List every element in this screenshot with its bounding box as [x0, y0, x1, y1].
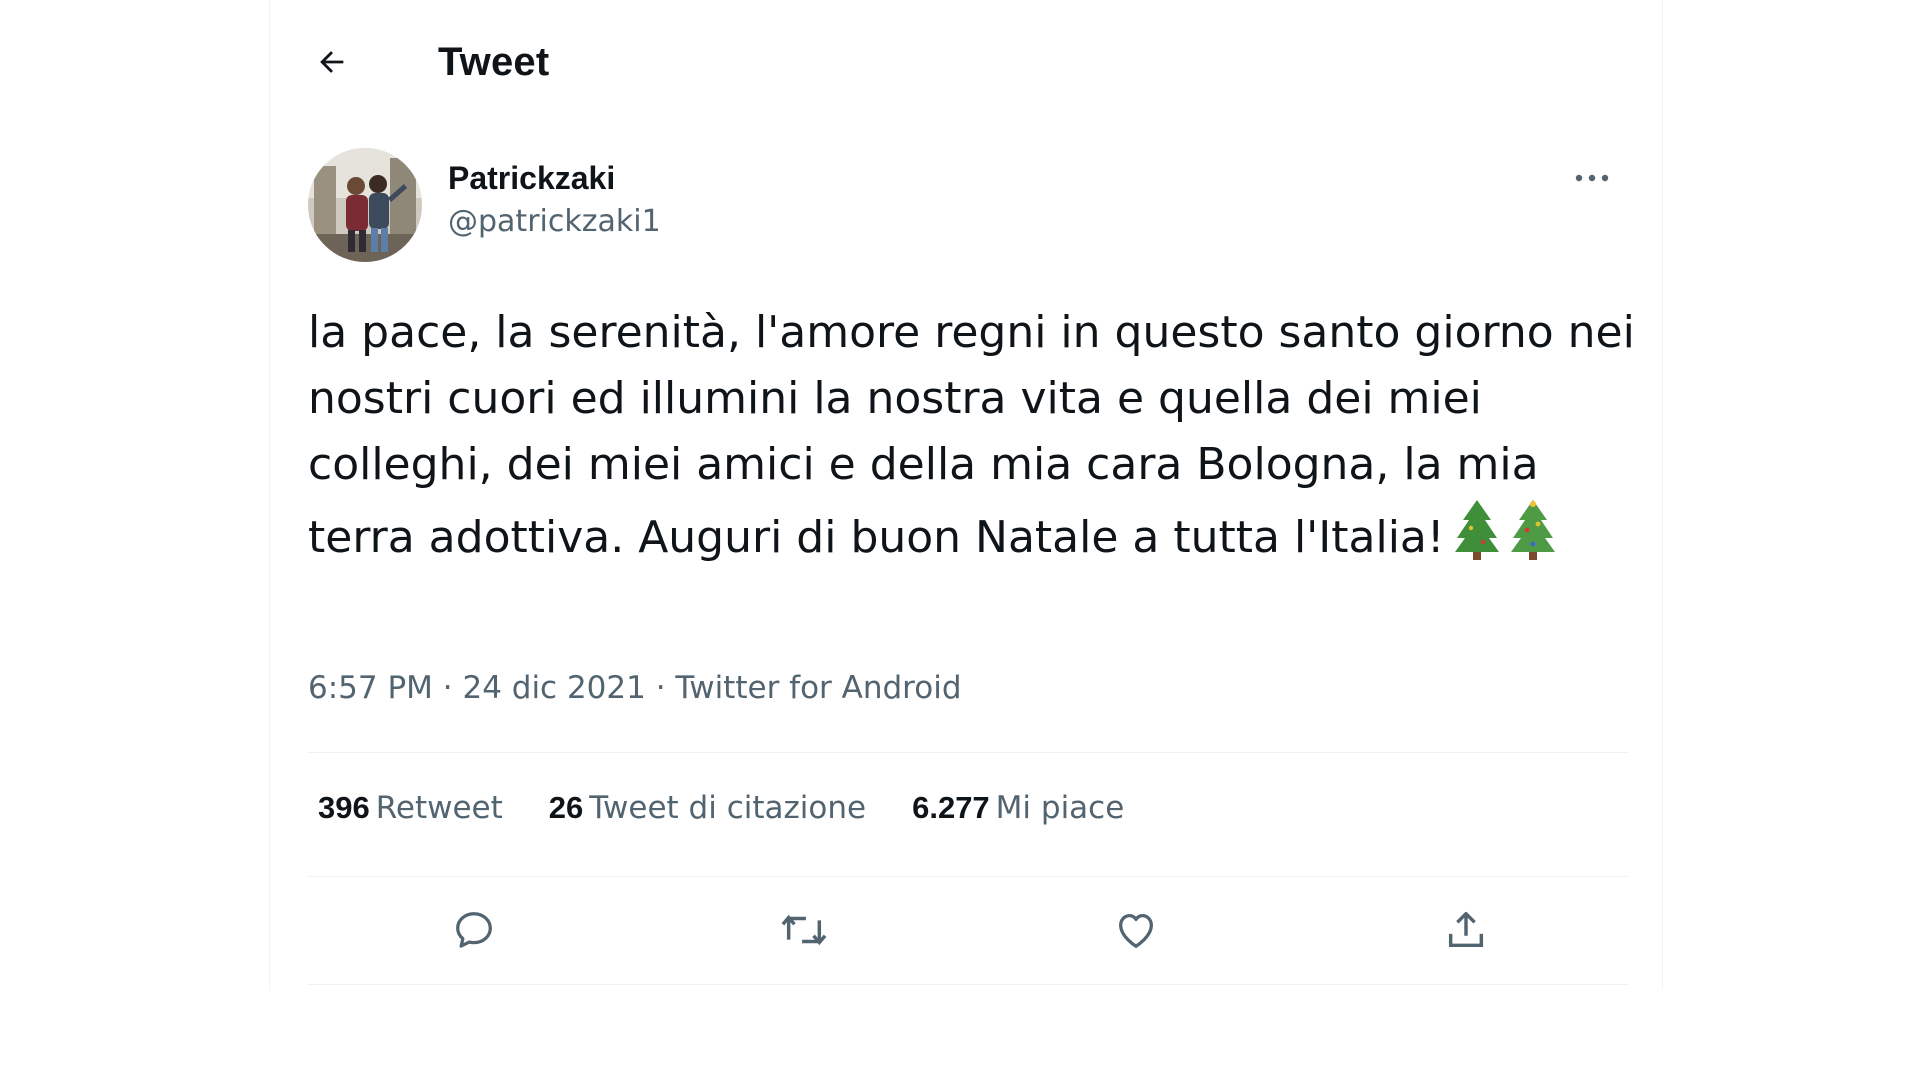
tweet-author: Patrickzaki @patrickzaki1 — [308, 148, 1628, 264]
divider — [308, 876, 1628, 877]
tweet-text: la pace, la serenità, l'amore regni in q… — [308, 307, 1635, 563]
divider — [308, 984, 1628, 985]
heart-icon — [1119, 913, 1153, 948]
retweets-label: Retweet — [375, 790, 503, 826]
likes-count: 6.277 — [912, 790, 990, 825]
tweet-detail-column: Tweet Patrickzaki @patrickzaki1 la pace,… — [269, 0, 1663, 990]
retweets-count: 396 — [318, 790, 370, 825]
retweet-button[interactable] — [772, 898, 836, 962]
likes-stat[interactable]: 6.277 Mi piace — [912, 790, 1124, 840]
more-options-button[interactable] — [1566, 160, 1618, 196]
retweet-icon — [781, 914, 827, 946]
author-display-name[interactable]: Patrickzaki — [448, 160, 615, 197]
share-button[interactable] — [1434, 898, 1498, 962]
author-handle[interactable]: @patrickzaki1 — [448, 204, 661, 239]
tweet-timestamp[interactable]: 6:57 PM · 24 dic 2021 · Twitter for Andr… — [308, 670, 962, 706]
quotes-stat[interactable]: 26 Tweet di citazione — [549, 790, 866, 840]
quotes-count: 26 — [548, 790, 584, 825]
likes-label: Mi piace — [995, 790, 1125, 826]
christmas-tree-icon — [1509, 498, 1557, 579]
avatar-photo — [308, 148, 422, 262]
more-horizontal-icon — [1575, 174, 1609, 182]
tweet-stats: 396 Retweet 26 Tweet di citazione 6.277 Mi … — [318, 790, 1124, 840]
avatar[interactable] — [308, 148, 422, 262]
retweets-stat[interactable]: 396 Retweet — [318, 790, 503, 840]
divider — [308, 752, 1628, 753]
like-button[interactable] — [1104, 898, 1168, 962]
quotes-label: Tweet di citazione — [589, 790, 867, 826]
tweet-body: la pace, la serenità, l'amore regni in q… — [308, 300, 1638, 579]
page-title: Tweet — [438, 40, 550, 84]
christmas-tree-icon — [1453, 498, 1501, 579]
share-icon — [1448, 911, 1484, 948]
tweet-header: Tweet — [270, 0, 1662, 130]
arrow-left-icon — [320, 51, 344, 73]
tweet-actions — [308, 880, 1628, 980]
back-button[interactable] — [308, 38, 356, 86]
reply-icon — [456, 912, 492, 948]
reply-button[interactable] — [442, 898, 506, 962]
